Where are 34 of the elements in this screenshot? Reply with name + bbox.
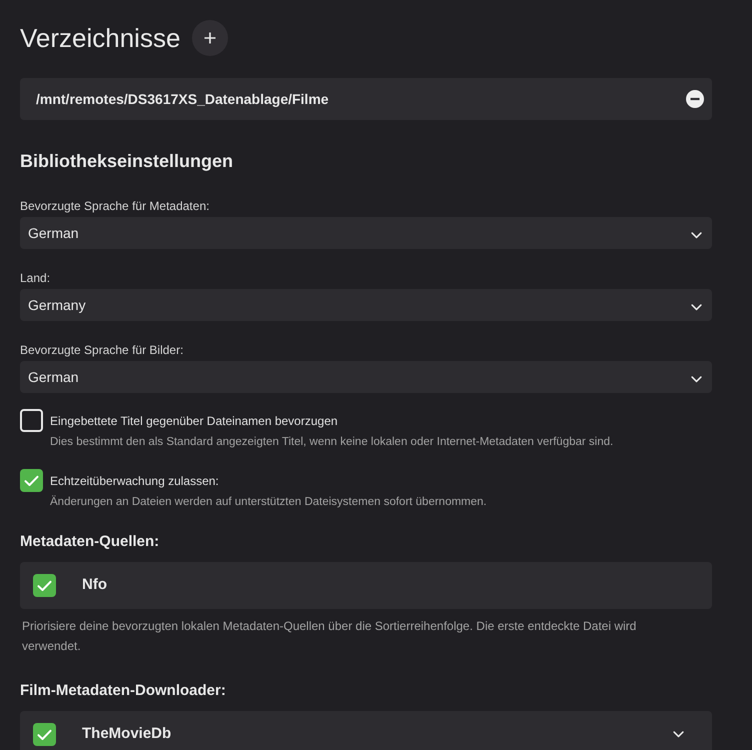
section-title: Verzeichnisse [20,22,180,55]
checkbox-label: Eingebettete Titel gegenüber Dateinamen bevorzugen [50,412,338,428]
checkbox-description: Dies bestimmt den als Standard angezeigten Titel, wenn keine lokalen oder Internet-Metadaten verfügbar sind. [50,435,614,450]
field-label: Bevorzugte Sprache für Bilder: [20,342,184,358]
select-field[interactable]: German [20,361,712,393]
section-heading: Metadaten-Quellen: [20,532,160,552]
section-heading: Bibliothekseinstellungen [20,150,234,173]
field-label: Bevorzugte Sprache für Metadaten: [20,198,210,214]
checkmark-icon [37,728,52,740]
minus-circle-icon [686,90,704,108]
checkbox[interactable] [20,469,43,492]
field-label: Land: [20,270,50,286]
chevron-down-icon [691,232,702,238]
help-text: Priorisiere deine bevorzugten lokalen Metadaten-Quellen über die Sortierreihenfolge. Die erste entdeckte Datei wird verwendet. [21,618,638,655]
checkmark-icon [24,474,39,486]
chevron-down-icon [691,376,702,382]
source-name: TheMovieDb [82,724,172,744]
expand-button[interactable] [672,730,684,738]
chevron-down-icon [672,731,684,738]
select-field[interactable]: German [20,217,712,249]
checkbox[interactable] [33,574,56,597]
section-heading: Film-Metadaten-Downloader: [20,681,226,701]
checkbox-label: Echtzeitüberwachung zulassen: [50,472,219,488]
remove-button[interactable] [686,90,704,108]
checkbox-description: Änderungen an Dateien werden auf unterstützten Dateisystemen sofort übernommen. [50,494,487,510]
select-field[interactable]: Germany [20,289,712,321]
chevron-down-icon [691,304,702,310]
checkbox[interactable] [33,723,56,746]
checkbox[interactable] [20,409,43,432]
plus-icon [204,32,216,44]
add-button[interactable] [192,20,228,56]
directory-path: /mnt/remotes/DS3617XS_Datenablage/Filme [36,90,329,109]
checkmark-icon [37,580,52,592]
source-name: Nfo [82,575,107,596]
